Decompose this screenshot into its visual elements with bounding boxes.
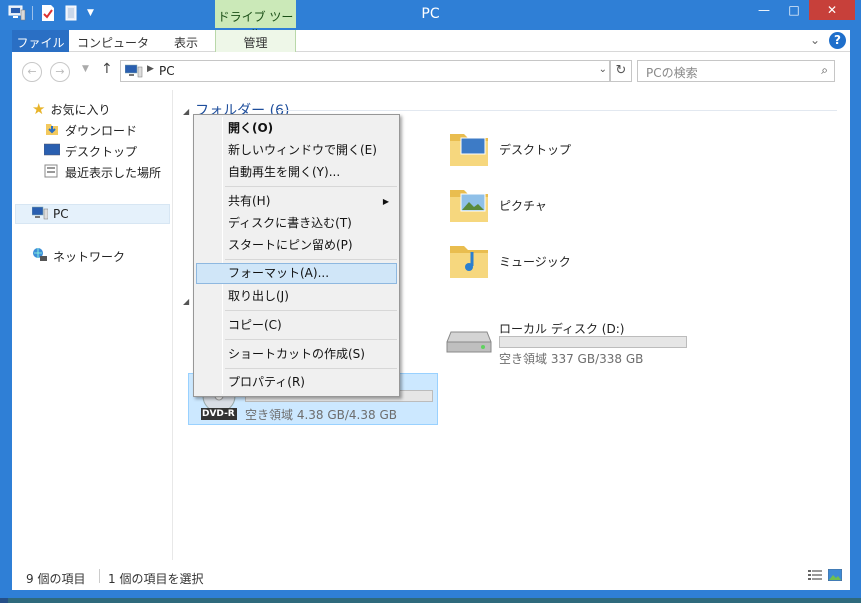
- details-view-icon[interactable]: [808, 569, 822, 584]
- menu-item-format[interactable]: フォーマット(A)...: [196, 263, 397, 284]
- folder-label: デスクトップ: [499, 143, 572, 157]
- menu-item-burn-disc[interactable]: ディスクに書き込む(T): [196, 213, 397, 234]
- menu-item-autoplay[interactable]: 自動再生を開く(Y)...: [196, 162, 397, 183]
- close-button[interactable]: ✕: [809, 0, 855, 20]
- sidebar-item-recent[interactable]: 最近表示した場所: [44, 162, 161, 182]
- music-folder-icon: [447, 238, 491, 285]
- network-icon: [32, 247, 48, 266]
- sidebar-item-label: PC: [53, 207, 69, 221]
- up-button[interactable]: ↑: [101, 61, 113, 77]
- search-input[interactable]: PCの検索 ⌕: [637, 60, 835, 82]
- address-bar[interactable]: ▶ PC ⌄: [120, 60, 610, 82]
- menu-separator: [225, 259, 397, 260]
- breadcrumb-chevron-icon[interactable]: ▶: [147, 64, 154, 74]
- pc-icon: [31, 206, 49, 223]
- recent-locations-icon[interactable]: ▼: [82, 64, 89, 74]
- help-icon[interactable]: ?: [829, 32, 846, 49]
- menu-item-copy[interactable]: コピー(C): [196, 315, 397, 336]
- back-button[interactable]: ←: [22, 62, 42, 82]
- sidebar-item-favorites[interactable]: ★ お気に入り: [32, 99, 110, 119]
- drive-free-space: 空き領域 4.38 GB/4.38 GB: [245, 408, 397, 422]
- ribbon-expand-icon[interactable]: ⌄: [810, 33, 820, 47]
- pictures-folder-icon: [447, 182, 491, 229]
- status-bar: 9 個の項目 1 個の項目を選択: [12, 560, 850, 590]
- sidebar-item-label: ネットワーク: [53, 249, 126, 264]
- tab-computer[interactable]: コンピューター: [72, 30, 154, 67]
- large-icons-view-icon[interactable]: [827, 568, 843, 584]
- submenu-arrow-icon: ▶: [382, 197, 389, 206]
- menu-item-label: 共有(H): [228, 194, 271, 208]
- sidebar-item-label: ダウンロード: [65, 123, 138, 138]
- sidebar-item-label: 最近表示した場所: [65, 165, 162, 180]
- drive-local-d[interactable]: ローカル ディスク (D:) 空き領域 337 GB/338 GB: [445, 320, 705, 366]
- menu-item-properties[interactable]: プロパティ(R): [196, 372, 397, 393]
- folder-pictures[interactable]: ピクチャ: [447, 182, 547, 229]
- folder-desktop[interactable]: デスクトップ: [447, 126, 571, 173]
- item-count: 9 個の項目: [26, 572, 86, 586]
- navigation-bar: ← → ▼ ↑ ▶ PC ⌄ ↻ PCの検索 ⌕: [12, 52, 850, 90]
- sidebar-item-network[interactable]: ネットワーク: [32, 246, 125, 266]
- tab-manage[interactable]: 管理: [215, 30, 296, 52]
- view-switcher: [808, 568, 843, 584]
- sidebar-item-desktop[interactable]: デスクトップ: [43, 141, 138, 161]
- menu-item-open[interactable]: 開く(O): [196, 118, 397, 139]
- menu-item-share[interactable]: 共有(H) ▶: [196, 191, 397, 212]
- search-icon[interactable]: ⌕: [821, 63, 828, 78]
- window-title: PC: [421, 6, 440, 22]
- address-dropdown-icon[interactable]: ⌄: [599, 64, 607, 75]
- folder-label: ピクチャ: [499, 199, 547, 213]
- menu-item-eject[interactable]: 取り出し(J): [196, 286, 397, 307]
- search-placeholder: PCの検索: [646, 66, 698, 80]
- dvd-label: DVD-R: [202, 409, 235, 419]
- menu-item-pin-start[interactable]: スタートにピン留め(P): [196, 235, 397, 256]
- folder-label: ミュージック: [499, 255, 571, 269]
- minimize-button[interactable]: —: [749, 0, 779, 20]
- drive-name: ローカル ディスク (D:): [499, 322, 625, 336]
- desktop-folder-icon: [447, 126, 491, 173]
- drive-usage-bar: [499, 336, 687, 348]
- recent-places-icon: [44, 163, 60, 182]
- sidebar-item-downloads[interactable]: ダウンロード: [44, 120, 137, 140]
- sidebar-item-label: デスクトップ: [65, 144, 138, 159]
- star-icon: ★: [32, 100, 46, 118]
- explorer-window: ▼ ドライブ ツール PC — □ ✕ ファイル コンピューター 表示 管理 ⌄…: [0, 0, 861, 598]
- group-divider: [277, 110, 837, 111]
- menu-separator: [225, 339, 397, 340]
- collapse-icon[interactable]: ◢: [183, 297, 189, 306]
- menu-separator: [225, 368, 397, 369]
- hard-drive-icon: [445, 326, 493, 361]
- pc-icon: [124, 64, 143, 81]
- desktop-icon: [43, 143, 61, 160]
- folder-music[interactable]: ミュージック: [447, 238, 571, 285]
- sidebar-item-pc[interactable]: PC: [15, 204, 170, 224]
- collapse-icon[interactable]: ◢: [183, 107, 189, 116]
- menu-item-open-new-window[interactable]: 新しいウィンドウで開く(E): [196, 140, 397, 161]
- menu-item-create-shortcut[interactable]: ショートカットの作成(S): [196, 344, 397, 365]
- breadcrumb-pc[interactable]: PC: [159, 64, 175, 78]
- refresh-button[interactable]: ↻: [610, 60, 632, 82]
- menu-separator: [225, 310, 397, 311]
- drive-free-space: 空き領域 337 GB/338 GB: [499, 352, 644, 366]
- selection-count: 1 個の項目を選択: [108, 572, 204, 586]
- status-divider: [99, 569, 100, 583]
- sidebar-item-label: お気に入り: [50, 102, 111, 117]
- title-bar[interactable]: ▼ ドライブ ツール PC — □ ✕: [0, 0, 861, 41]
- downloads-icon: [44, 121, 60, 140]
- tab-view[interactable]: 表示: [164, 30, 208, 52]
- forward-button[interactable]: →: [50, 62, 70, 82]
- tab-file[interactable]: ファイル: [12, 30, 69, 52]
- menu-separator: [225, 186, 397, 187]
- maximize-button[interactable]: □: [779, 0, 809, 20]
- context-menu: 開く(O) 新しいウィンドウで開く(E) 自動再生を開く(Y)... 共有(H)…: [193, 114, 400, 397]
- navigation-pane: ★ お気に入り ダウンロード デスクトップ 最近表示した場所 PC ネットワーク: [12, 90, 172, 560]
- ribbon-tabs: ファイル コンピューター 表示 管理 ⌄ ?: [12, 30, 850, 67]
- window-controls: — □ ✕: [749, 0, 855, 20]
